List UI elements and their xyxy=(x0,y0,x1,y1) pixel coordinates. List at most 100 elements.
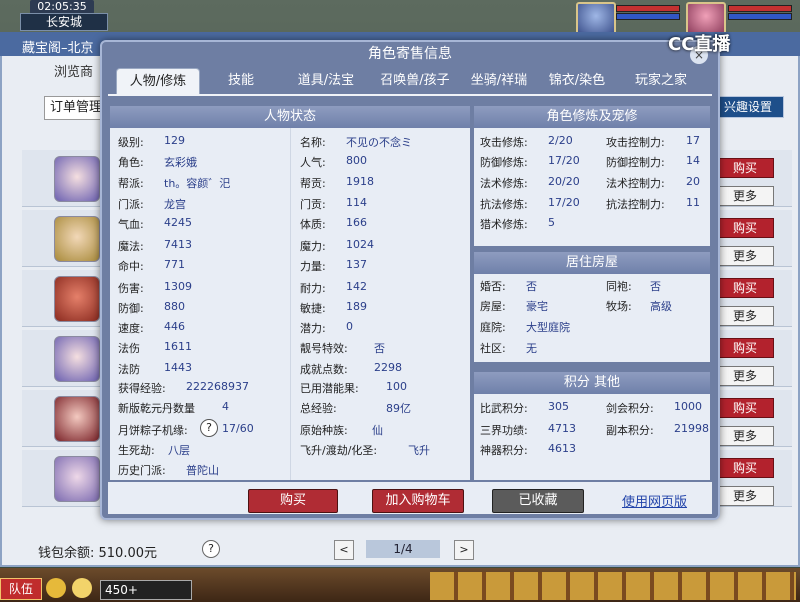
cultivation-label: 攻击控制力: xyxy=(606,136,665,149)
character-avatar xyxy=(54,156,100,202)
score-value: 305 xyxy=(548,400,569,413)
team-button[interactable]: 队伍 xyxy=(0,578,42,600)
stat-value: 4 xyxy=(222,400,229,413)
housing-value: 无 xyxy=(526,342,537,355)
stat-label: 伤害: xyxy=(118,282,144,295)
score-value: 21998 xyxy=(674,422,709,435)
cultivation-value: 17/20 xyxy=(548,154,580,167)
more-button[interactable]: 更多 xyxy=(716,426,774,446)
pet-portrait[interactable] xyxy=(686,2,726,36)
stat-label: 速度: xyxy=(118,322,144,335)
more-button[interactable]: 更多 xyxy=(716,366,774,386)
use-web-version-link[interactable]: 使用网页版 xyxy=(622,491,687,510)
stat-value: 1309 xyxy=(164,280,192,293)
stat-value: 0 xyxy=(346,320,353,333)
stat-value: 771 xyxy=(164,258,185,271)
game-clock: 02:05:35 xyxy=(30,0,94,14)
dialog-title: 角色寄售信息 xyxy=(368,46,452,62)
microphone-icon[interactable] xyxy=(46,578,66,598)
chat-icon[interactable] xyxy=(72,578,92,598)
stat-value: 1024 xyxy=(346,238,374,251)
help-icon[interactable]: ? xyxy=(202,540,220,558)
more-button[interactable]: 更多 xyxy=(716,486,774,506)
stat-value: 189 xyxy=(346,300,367,313)
score-value: 4713 xyxy=(548,422,576,435)
player-portrait[interactable] xyxy=(576,2,616,36)
character-avatar xyxy=(54,336,100,382)
prev-page-button[interactable]: < xyxy=(334,540,354,560)
stat-value: 137 xyxy=(346,258,367,271)
housing-value: 豪宅 xyxy=(526,300,548,313)
stat-label: 潜力: xyxy=(300,322,326,335)
buy-button[interactable]: 购买 xyxy=(716,218,774,238)
tab-outfits[interactable]: 锦衣/染色 xyxy=(538,68,616,94)
cultivation-label: 法术修炼: xyxy=(480,177,528,190)
cultivation-label: 防御控制力: xyxy=(606,156,665,169)
add-to-cart-button[interactable]: 加入购物车 xyxy=(372,489,464,513)
cultivation-value: 20/20 xyxy=(548,175,580,188)
cultivation-label: 抗法修炼: xyxy=(480,198,528,211)
character-status-panel: 人物状态 级别: 129 角色: 玄彩娥 帮派: th。容颜゛汜 门派: 龙宫 … xyxy=(110,106,470,480)
stat-value: 八层 xyxy=(168,444,190,457)
buy-button[interactable]: 购买 xyxy=(248,489,338,513)
interest-settings-button[interactable]: 兴趣设置 xyxy=(712,96,784,118)
cultivation-value: 2/20 xyxy=(548,134,573,147)
housing-value: 否 xyxy=(526,280,537,293)
tab-pets[interactable]: 召唤兽/孩子 xyxy=(368,68,462,94)
stat-label: 力量: xyxy=(300,260,326,273)
stat-label: 级别: xyxy=(118,136,144,149)
stat-value: 仙 xyxy=(372,424,383,437)
stat-value: 7413 xyxy=(164,238,192,251)
help-icon[interactable]: ? xyxy=(200,419,218,437)
order-management-button[interactable]: 订单管理 xyxy=(44,96,108,120)
stat-value: 446 xyxy=(164,320,185,333)
stat-value: 89亿 xyxy=(386,402,411,415)
score-label: 神器积分: xyxy=(480,444,528,457)
stat-label: 敏捷: xyxy=(300,302,326,315)
skill-hotbar[interactable] xyxy=(430,572,796,600)
more-button[interactable]: 更多 xyxy=(716,246,774,266)
stat-value: 否 xyxy=(374,342,385,355)
buy-button[interactable]: 购买 xyxy=(716,398,774,418)
store-tab-browse[interactable]: 浏览商 xyxy=(54,62,102,84)
stat-value: 1918 xyxy=(346,175,374,188)
stat-label: 法伤 xyxy=(118,342,140,355)
buy-button[interactable]: 购买 xyxy=(716,158,774,178)
more-button[interactable]: 更多 xyxy=(716,186,774,206)
stat-value: 142 xyxy=(346,280,367,293)
tab-items[interactable]: 道具/法宝 xyxy=(286,68,366,94)
stat-value: 4245 xyxy=(164,216,192,229)
stat-label: 防御: xyxy=(118,302,144,315)
player-hp-bar xyxy=(616,5,680,12)
housing-value: 高级 xyxy=(650,300,672,313)
stat-label: 魔法: xyxy=(118,240,144,253)
more-button[interactable]: 更多 xyxy=(716,306,774,326)
cultivation-label: 攻击修炼: xyxy=(480,136,528,149)
next-page-button[interactable]: > xyxy=(454,540,474,560)
buy-button[interactable]: 购买 xyxy=(716,338,774,358)
stat-label: 魔力: xyxy=(300,240,326,253)
stat-label: 角色: xyxy=(118,156,144,169)
tab-skills[interactable]: 技能 xyxy=(204,68,278,94)
stat-value: th。容颜゛汜 xyxy=(164,177,231,190)
stat-value: 800 xyxy=(346,154,367,167)
score-heading: 积分 其他 xyxy=(474,372,710,394)
wallet-balance: 钱包余额: 510.00元 xyxy=(38,546,157,561)
stat-value: 1611 xyxy=(164,340,192,353)
stat-value: 114 xyxy=(346,196,367,209)
stat-label: 耐力: xyxy=(300,282,326,295)
character-status-heading: 人物状态 xyxy=(110,106,470,128)
stat-value: 龙宫 xyxy=(164,198,186,211)
score-value: 4613 xyxy=(548,442,576,455)
stat-label: 生死劫: xyxy=(118,444,155,457)
tab-player-home[interactable]: 玩家之家 xyxy=(622,68,700,94)
favorited-button[interactable]: 已收藏 xyxy=(492,489,584,513)
tab-character-cultivation[interactable]: 人物/修炼 xyxy=(116,68,200,95)
tab-mounts[interactable]: 坐骑/祥瑞 xyxy=(460,68,538,94)
stat-label: 门派: xyxy=(118,198,144,211)
buy-button[interactable]: 购买 xyxy=(716,278,774,298)
stat-value: 880 xyxy=(164,300,185,313)
cultivation-label: 猎术修炼: xyxy=(480,218,528,231)
housing-label: 牧场: xyxy=(606,300,632,313)
buy-button[interactable]: 购买 xyxy=(716,458,774,478)
